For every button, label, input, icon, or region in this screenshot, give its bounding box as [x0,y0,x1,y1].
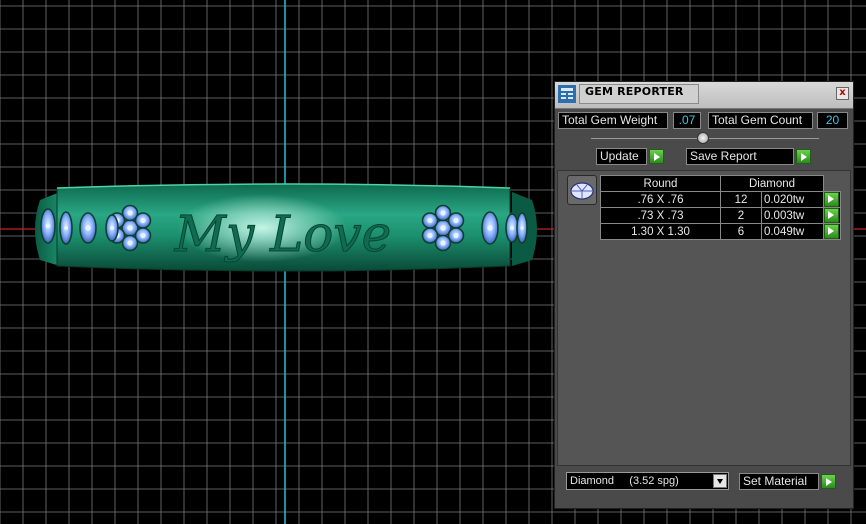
gem-weight: 0.003tw [760,207,825,224]
gem-count: 6 [720,223,762,240]
gem-thumbnail[interactable] [567,175,597,205]
gem-highlight [453,217,459,224]
table-row: .76 X .76 12 0.020tw [600,191,841,208]
gem-highlight [45,223,51,229]
gem-count: 2 [720,207,762,224]
gem-highlight [127,225,133,231]
material-select[interactable]: Diamond (3.52 spg) [566,472,729,490]
ring-engraving: My Love [174,205,391,263]
row-select-button[interactable] [823,207,841,224]
save-report-button[interactable]: Save Report [686,148,794,165]
gem-report-table: Round Diamond .76 X .76 12 0.020tw .73 X… [600,175,841,240]
table-row: .73 X .73 2 0.003tw [600,207,841,224]
gem-highlight [520,226,524,230]
total-weight-value: .07 [673,112,701,129]
ring-model[interactable]: My Love [35,183,537,272]
gem-highlight [509,225,515,231]
total-count-value: 20 [817,112,848,129]
slider-handle[interactable] [697,132,709,144]
gem-size: .73 X .73 [600,207,721,224]
gem-highlight [487,225,493,231]
gem-highlight [440,225,446,231]
gem-highlight [427,217,433,224]
row-arrow-icon[interactable] [824,192,839,207]
gem-highlight [109,225,115,231]
table-row: 1.30 X 1.30 6 0.049tw [600,223,841,240]
row-arrow-icon[interactable] [824,208,839,223]
row-select-button[interactable] [823,191,841,208]
row-arrow-icon[interactable] [824,224,839,239]
gem-highlight [427,232,433,239]
report-area: Round Diamond .76 X .76 12 0.020tw .73 X… [557,170,851,466]
gem-highlight [140,232,146,239]
material-header: Diamond [720,175,824,192]
gem-weight: 0.049tw [760,223,825,240]
save-report-go-icon[interactable] [796,149,811,164]
gem-size: .76 X .76 [600,191,721,208]
close-button[interactable]: x [836,87,849,100]
gem-highlight [440,240,446,246]
total-count-label: Total Gem Count [708,112,813,129]
set-material-go-icon[interactable] [821,474,836,489]
total-weight-label: Total Gem Weight [558,112,668,129]
gem-highlight [453,232,459,239]
gem-reporter-panel: GEM REPORTER x Total Gem Weight .07 Tota… [554,81,854,509]
row-select-button[interactable] [823,223,841,240]
chevron-down-icon[interactable] [713,474,727,488]
gem-highlight [127,210,133,216]
gem-highlight [127,240,133,246]
gem-reporter-icon [558,85,576,103]
material-select-value: Diamond (3.52 spg) [570,475,679,487]
gem-size: 1.30 X 1.30 [600,223,721,240]
round-gem-icon [570,182,594,200]
update-go-icon[interactable] [649,149,664,164]
gem-highlight [140,217,146,224]
panel-title: GEM REPORTER [585,85,684,98]
gem-weight: 0.020tw [760,191,825,208]
set-material-button[interactable]: Set Material [739,473,819,490]
gem-highlight [63,225,69,231]
update-button[interactable]: Update [596,148,647,165]
shape-header: Round [600,175,721,192]
panel-titlebar[interactable]: GEM REPORTER x [555,82,853,109]
gem-count: 12 [720,191,762,208]
table-header-row: Round Diamond [600,175,841,192]
gem-highlight [85,225,91,231]
gem-highlight [440,210,446,216]
